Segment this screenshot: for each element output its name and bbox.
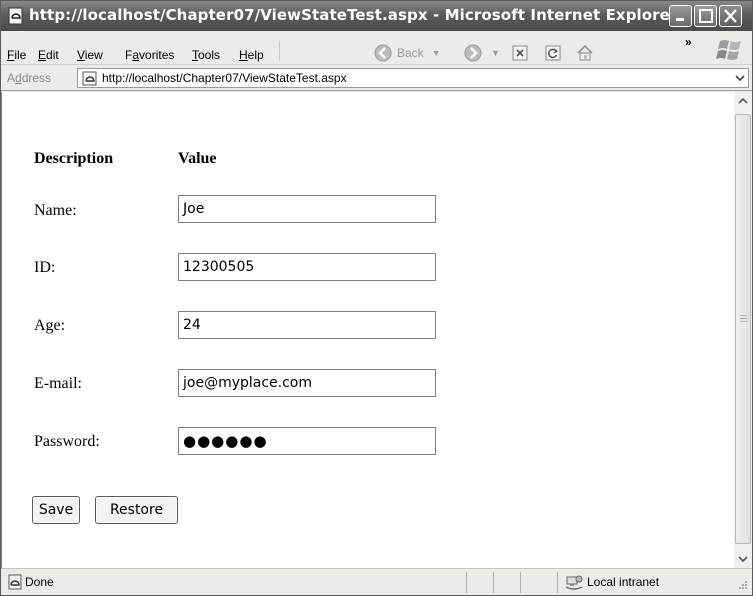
refresh-icon (545, 45, 561, 61)
home-button[interactable] (576, 44, 594, 62)
zone-text: Local intranet (587, 575, 660, 589)
menu-tools[interactable]: Tools (192, 48, 220, 62)
refresh-button[interactable] (545, 45, 561, 61)
back-dropdown-icon[interactable]: ▼ (432, 48, 441, 58)
chevron-down-icon (738, 556, 748, 563)
menu-help[interactable]: Help (239, 48, 264, 62)
minimize-icon (676, 18, 684, 21)
email-input[interactable]: joe@myplace.com (178, 369, 436, 397)
menu-bar: File Edit View Favorites Tools Help Back… (1, 31, 752, 65)
local-intranet-icon (565, 575, 583, 590)
page-icon (82, 71, 97, 86)
id-label: ID: (34, 259, 56, 276)
chevron-down-icon (734, 75, 745, 82)
windows-logo-icon (716, 40, 741, 60)
forward-arrow-icon (464, 44, 482, 62)
page-content: Description Value Name: Joe ID: 12300505… (1, 92, 734, 568)
minimize-button[interactable] (669, 5, 692, 27)
maximize-icon (699, 9, 713, 23)
address-bar: Address http://localhost/Chapter07/ViewS… (1, 65, 752, 91)
address-input[interactable]: http://localhost/Chapter07/ViewStateTest… (77, 68, 749, 88)
back-button[interactable]: Back ▼ (373, 43, 441, 63)
window-title: http://localhost/Chapter07/ViewStateTest… (29, 6, 678, 24)
menu-edit[interactable]: Edit (38, 48, 59, 62)
address-url: http://localhost/Chapter07/ViewStateTest… (102, 71, 347, 85)
age-input[interactable]: 24 (178, 311, 436, 339)
status-text: Done (25, 575, 54, 589)
menu-file[interactable]: File (7, 48, 26, 62)
close-button[interactable] (719, 5, 742, 27)
id-input[interactable]: 12300505 (178, 253, 436, 281)
menu-favorites[interactable]: Favorites (125, 48, 174, 62)
stop-icon (512, 45, 528, 61)
maximize-button[interactable] (694, 5, 717, 27)
vertical-scrollbar[interactable] (734, 92, 752, 568)
back-arrow-icon (374, 44, 392, 62)
title-bar[interactable]: http://localhost/Chapter07/ViewStateTest… (1, 1, 752, 31)
restore-button[interactable]: Restore (95, 496, 178, 524)
scroll-thumb[interactable] (735, 114, 751, 544)
status-bar: Done Local intranet (1, 568, 752, 595)
forward-button[interactable]: ▼ (463, 43, 500, 63)
age-label: Age: (34, 317, 66, 334)
header-value: Value (178, 150, 217, 167)
password-label: Password: (34, 433, 100, 450)
stop-button[interactable] (512, 45, 528, 61)
page-done-icon (8, 574, 22, 590)
address-label: Address (7, 71, 52, 85)
chevron-up-icon (738, 97, 748, 104)
header-description: Description (34, 150, 114, 167)
address-dropdown-button[interactable] (731, 69, 748, 87)
close-icon (724, 9, 737, 23)
scroll-grip-icon (740, 315, 747, 323)
save-button[interactable]: Save (32, 496, 80, 524)
email-label: E-mail: (34, 375, 82, 392)
menu-view[interactable]: View (77, 48, 103, 62)
toolbar-overflow-chevron[interactable]: » (685, 35, 692, 49)
resize-grip-icon[interactable] (736, 580, 748, 592)
name-label: Name: (34, 202, 77, 219)
back-label: Back (397, 46, 424, 60)
name-input[interactable]: Joe (178, 195, 436, 223)
ie-page-icon (8, 7, 23, 25)
forward-dropdown-icon[interactable]: ▼ (491, 48, 500, 58)
browser-window: http://localhost/Chapter07/ViewStateTest… (0, 0, 753, 596)
password-input[interactable]: ●●●●●● (178, 427, 436, 455)
scroll-up-button[interactable] (735, 93, 751, 109)
home-icon (577, 44, 593, 61)
scroll-down-button[interactable] (735, 551, 751, 567)
